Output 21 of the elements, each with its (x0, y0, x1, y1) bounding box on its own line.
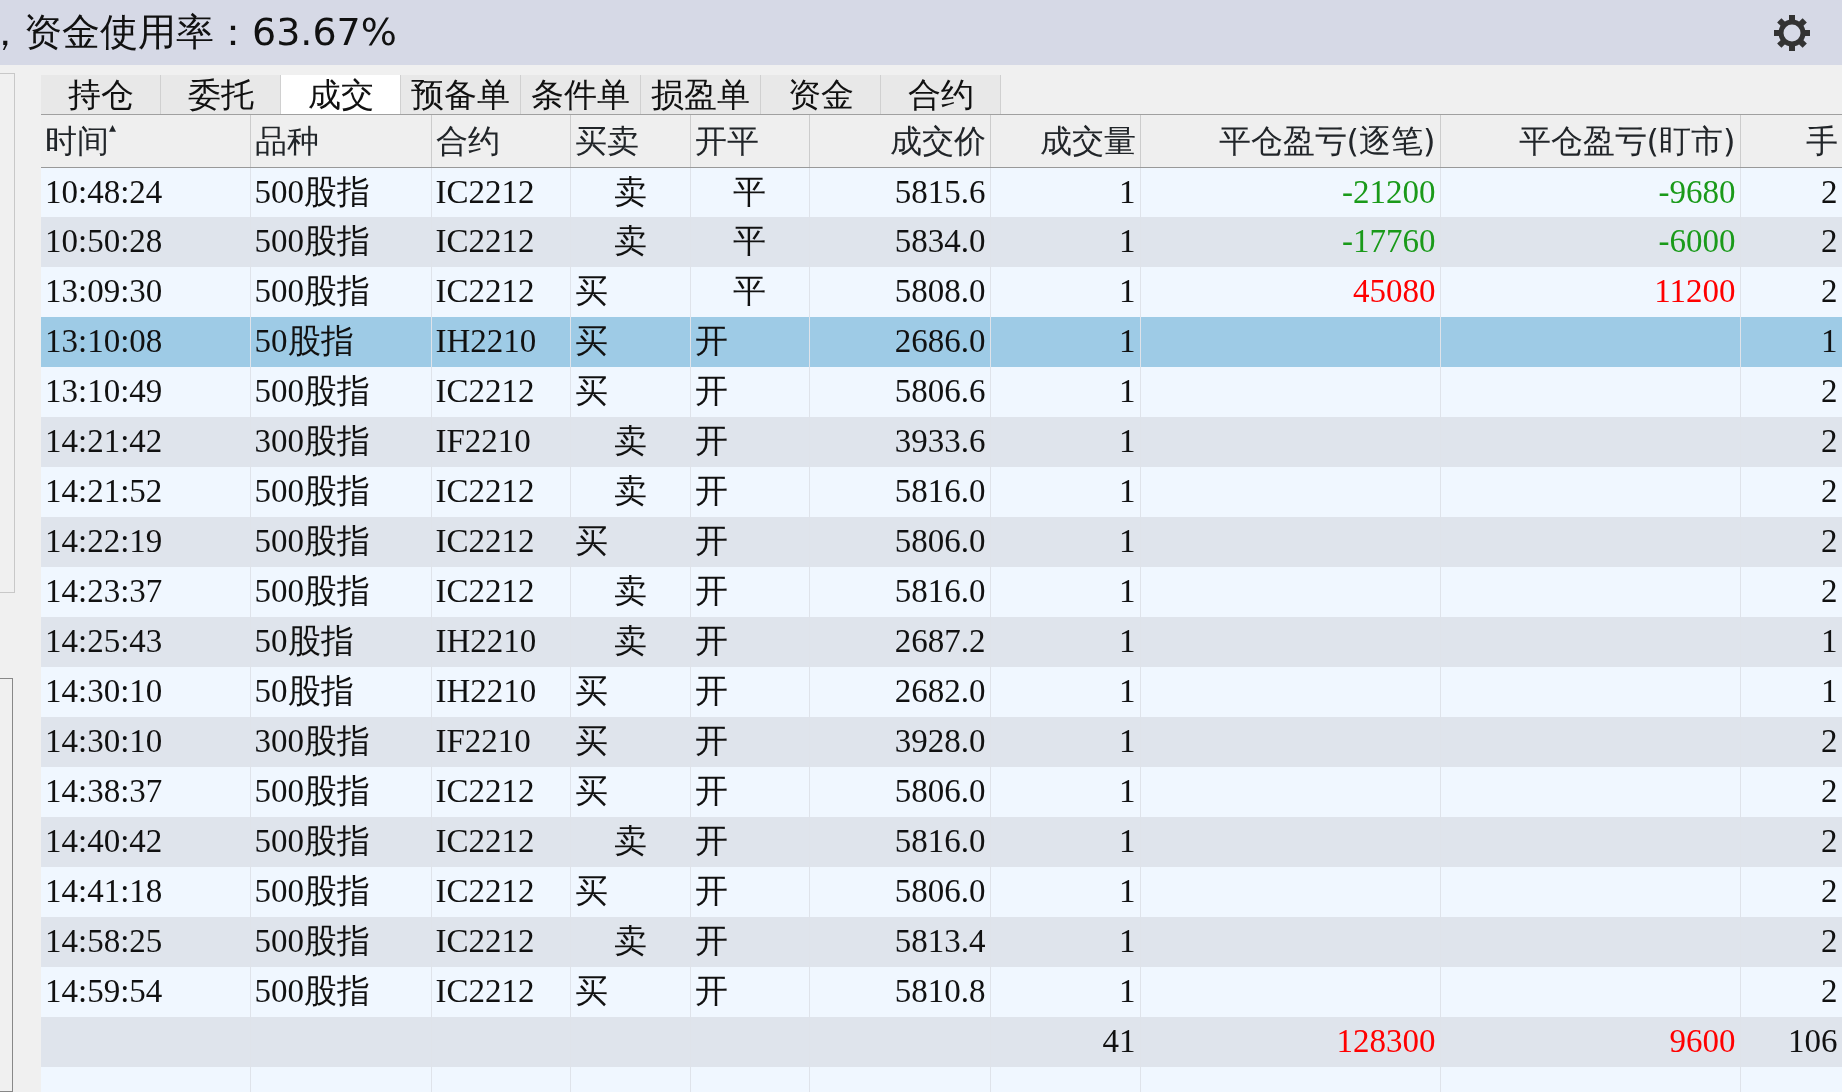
column-header[interactable]: 手 (1740, 115, 1842, 167)
tab[interactable]: 委托 (161, 75, 281, 114)
tab[interactable]: 条件单 (521, 75, 641, 114)
column-header[interactable]: 品种 (250, 115, 431, 167)
column-header[interactable]: 买卖 (570, 115, 690, 167)
column-header[interactable]: 成交价 (809, 115, 990, 167)
column-header[interactable]: 开平 (690, 115, 809, 167)
fund-usage-text: ，资金使用率：63.67% (0, 9, 397, 56)
column-header[interactable]: 平仓盈亏(盯市) (1440, 115, 1740, 167)
tab[interactable]: 资金 (761, 75, 881, 114)
tab[interactable]: 成交 (281, 75, 401, 114)
settings-icon[interactable] (1772, 12, 1812, 53)
column-label: 时间 (45, 121, 109, 160)
tab[interactable]: 合约 (881, 75, 1001, 114)
tab[interactable]: 持仓 (41, 75, 161, 114)
tab[interactable]: 损盈单 (641, 75, 761, 114)
column-header[interactable]: 合约 (431, 115, 570, 167)
sort-indicator: ▴ (109, 118, 117, 135)
column-header[interactable]: 平仓盈亏(逐笔) (1140, 115, 1440, 167)
column-header[interactable]: 成交量 (990, 115, 1140, 167)
tab[interactable]: 预备单 (401, 75, 521, 114)
